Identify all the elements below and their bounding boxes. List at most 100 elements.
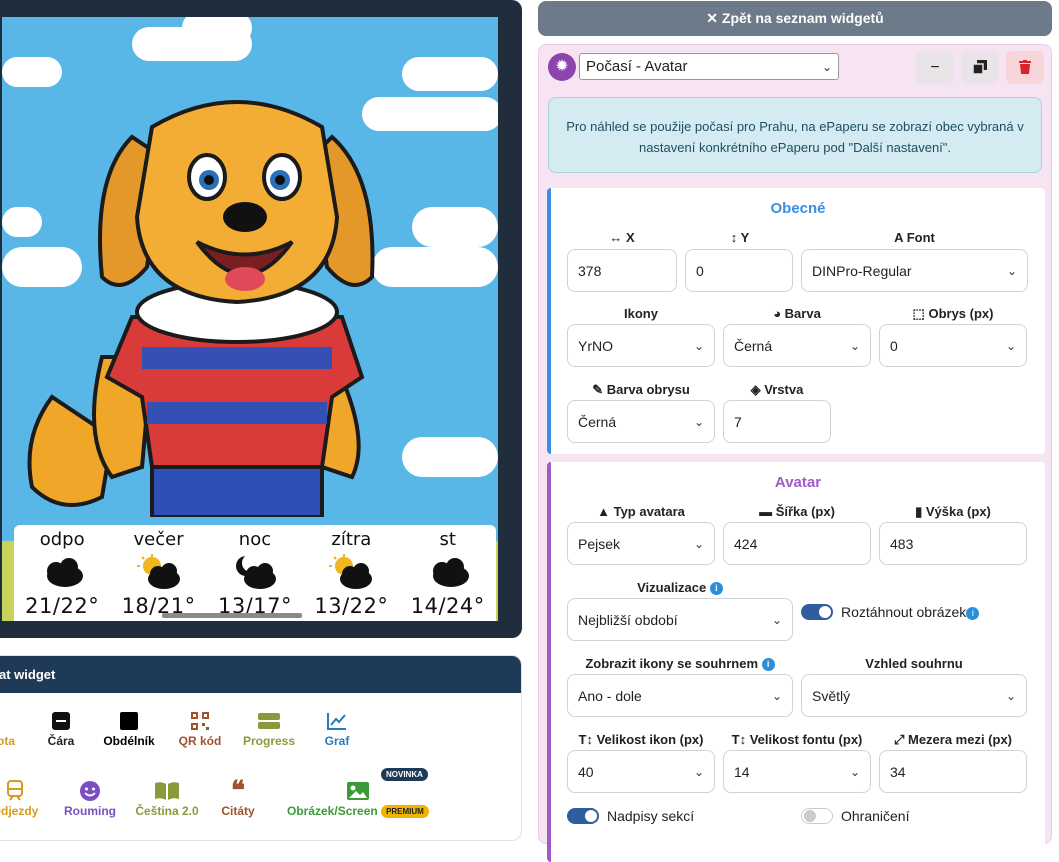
dog-avatar-image (27, 100, 375, 517)
width-input[interactable]: 424 (723, 522, 871, 565)
summary-icons-label: Zobrazit ikony se souhrnem i (567, 656, 793, 671)
forecast-temp: 14/24° (410, 594, 485, 618)
weather-summary-panel: odpo 21/22° večer 18/21° noc 13/17° zítr… (14, 525, 496, 621)
visualization-select[interactable]: Nejbližší období ⌄ (567, 598, 793, 641)
arrows-horizontal-icon: ↔ (609, 230, 623, 245)
chevron-down-icon: ⌄ (693, 536, 704, 551)
tool-qr[interactable]: QR kód (175, 708, 225, 748)
gap-input[interactable]: 34 (879, 750, 1027, 793)
font-size-select[interactable]: 14 ⌄ (723, 750, 871, 793)
text-height-icon: T↕ (731, 732, 747, 747)
y-label: ↕ Y (730, 230, 750, 245)
avatar-section-title: Avatar (774, 474, 822, 491)
height-input[interactable]: 483 (879, 522, 1027, 565)
color-label: ◕ Barva (773, 306, 821, 321)
layers-icon: ◈ (750, 382, 761, 397)
add-widget-title: at widget (0, 656, 521, 693)
info-icon[interactable]: i (966, 607, 980, 620)
section-titles-label: Nadpisy sekcí (607, 808, 695, 824)
tool-czech[interactable]: Čeština 2.0 (133, 778, 201, 818)
collapse-button[interactable]: − (916, 51, 954, 84)
avatar-scene: odpo 21/22° večer 18/21° noc 13/17° zítr… (2, 17, 498, 621)
forecast-label: st (439, 529, 456, 550)
forecast-label: odpo (39, 529, 85, 550)
forecast-column: večer 18/21° (113, 529, 205, 621)
color-select[interactable]: Černá ⌄ (723, 324, 871, 367)
border-toggle[interactable] (801, 808, 833, 824)
cloud-icon (16, 550, 108, 594)
moon-cloud-icon (209, 550, 301, 594)
outline-label: ⬚ Obrys (px) (912, 306, 994, 321)
chart-icon (317, 708, 357, 734)
tool-image-screen[interactable]: NOVINKA Obrázek/Screen PREMIUM (283, 768, 433, 819)
forecast-label: večer (133, 529, 184, 550)
forecast-label: noc (238, 529, 272, 550)
layer-input[interactable]: 7 (723, 400, 831, 443)
tool-quotes[interactable]: ❝ Citáty (215, 776, 261, 818)
add-widget-panel: at widget ota Čára Obdélník QR kód Progr… (0, 655, 522, 841)
icon-size-select[interactable]: 40 ⌄ (567, 750, 715, 793)
shapes-icon: ▲ (597, 504, 610, 519)
outline-select[interactable]: 0 ⌄ (879, 324, 1027, 367)
cloud-icon (402, 550, 494, 594)
train-icon (0, 778, 39, 804)
forecast-label: zítra (331, 529, 372, 550)
text-height-icon: T↕ (578, 732, 593, 747)
ruler-vertical-icon: ▮ (915, 504, 923, 519)
progress-icon (241, 708, 297, 734)
tool-rouming[interactable]: Rouming (59, 778, 121, 818)
font-select[interactable]: DINPro-Regular ⌄ (801, 249, 1028, 292)
forecast-column: st 14/24° (402, 529, 494, 621)
info-icon[interactable]: i (709, 582, 723, 595)
tool-departures[interactable]: Odjezdy (0, 778, 39, 818)
tool-progress[interactable]: Progress (241, 708, 297, 748)
delete-button[interactable] (1006, 51, 1044, 84)
sun-cloud-icon (113, 550, 205, 594)
summary-icons-select[interactable]: Ano - dole ⌄ (567, 674, 793, 717)
outline-color-label: ✎ Barva obrysu (592, 382, 690, 397)
tool-rectangle[interactable]: Obdélník (99, 708, 159, 748)
avatar-type-select[interactable]: Pejsek ⌄ (567, 522, 715, 565)
duplicate-button[interactable] (961, 51, 999, 84)
outline-color-select[interactable]: Černá ⌄ (567, 400, 715, 443)
back-to-widget-list-button[interactable]: ✕ Zpět na seznam widgetů (538, 1, 1052, 36)
chevron-down-icon: ⌄ (771, 612, 782, 627)
chevron-down-icon: ⌄ (1005, 688, 1016, 703)
x-label: ↔ X (609, 230, 635, 245)
resize-handle[interactable] (162, 613, 302, 618)
avatar-section: Avatar ▲ Typ avatara Pejsek ⌄ ▬ Šířka (px… (547, 462, 1045, 862)
icons-select[interactable]: YrNO ⌄ (567, 324, 715, 367)
widget-type-select[interactable]: Počasí - Avatar ⌄ (579, 53, 839, 80)
trash-icon (1019, 60, 1031, 74)
forecast-temp: 13/22° (314, 594, 389, 618)
forecast-column: odpo 21/22° (16, 529, 108, 621)
summary-look-select[interactable]: Světlý ⌄ (801, 674, 1027, 717)
palette-icon: ◕ (773, 306, 782, 321)
forecast-temp: 21/22° (25, 594, 100, 618)
tool-line[interactable]: Čára (41, 708, 81, 748)
chevron-down-icon: ⌄ (771, 688, 782, 703)
widget-editor: ✹ Počasí - Avatar ⌄ − Pro náhled se použ… (538, 44, 1052, 862)
gap-label: ⤢ Mezera mezi (px) (893, 732, 1013, 747)
image-icon (283, 778, 433, 804)
chevron-down-icon: ⌄ (849, 764, 860, 779)
stretch-image-toggle[interactable] (801, 604, 833, 620)
tool-chart[interactable]: Graf (317, 708, 357, 748)
tool-partial[interactable]: ota (0, 708, 21, 748)
x-input[interactable]: 378 (567, 249, 677, 292)
y-input[interactable]: 0 (685, 249, 793, 292)
partial-icon (0, 708, 21, 734)
brush-icon: ✎ (592, 382, 604, 397)
info-icon[interactable]: i (761, 658, 775, 671)
section-titles-toggle[interactable] (567, 808, 599, 824)
font-size-label: T↕ Velikost fontu (px) (731, 732, 863, 747)
icons-label: Ikony (624, 306, 658, 321)
general-section: Obecné ↔ X 378 ↕ Y 0 A Font DINPro-Regul… (547, 188, 1045, 454)
width-label: ▬ Šířka (px) (759, 504, 835, 519)
icon-size-label: T↕ Velikost ikon (px) (578, 732, 704, 747)
rectangle-icon (99, 708, 159, 734)
gear-icon: ✹ (548, 53, 576, 81)
outline-icon: ⬚ (912, 306, 925, 321)
premium-badge: PREMIUM (381, 805, 429, 819)
chevron-down-icon: ⌄ (849, 338, 860, 353)
